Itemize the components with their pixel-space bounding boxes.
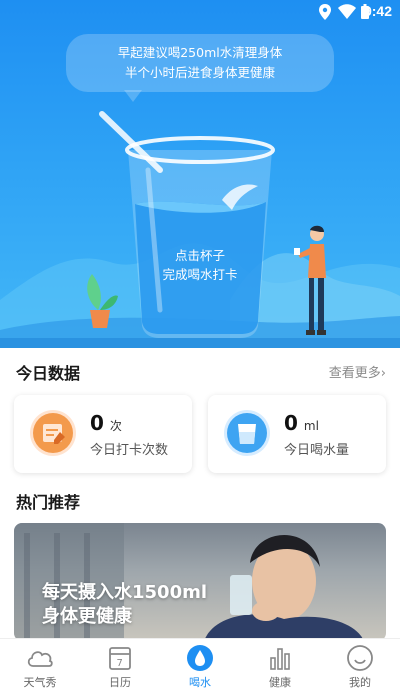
hot-recommend-title: 热门推荐: [16, 493, 81, 512]
checkin-count-value: 0次: [90, 411, 122, 435]
tab-weather[interactable]: 天气秀: [0, 639, 80, 690]
water-glass-icon: [224, 410, 270, 456]
calendar-icon: 7: [109, 647, 131, 670]
cup-text: 点击杯子 完成喝水打卡: [140, 246, 260, 284]
plant-illustration: [87, 274, 118, 328]
water-amount-value: 0 ml: [284, 411, 319, 435]
water-amount-label: 今日喝水量: [284, 443, 350, 458]
view-more-link[interactable]: 查看更多›: [329, 362, 386, 381]
tab-calendar[interactable]: 7 日历: [80, 639, 160, 690]
person-illustration: [294, 225, 326, 335]
hero-banner: 9:42 早起建议喝250ml水清理身体 半个小时后进食身体更健康 点击杯子 完…: [0, 0, 400, 348]
tab-health[interactable]: 健康: [240, 639, 320, 690]
tab-water[interactable]: 喝水: [160, 639, 240, 690]
today-data-title: 今日数据: [16, 364, 81, 383]
smile-icon: [347, 645, 373, 671]
banner-text: 每天摄入水1500ml 身体更健康: [42, 581, 207, 629]
water-amount-card[interactable]: 0 ml 今日喝水量: [208, 395, 386, 473]
cup-line-1: 点击杯子: [174, 248, 225, 263]
tab-mine[interactable]: 我的: [320, 639, 400, 690]
checkin-count-label: 今日打卡次数: [90, 443, 169, 458]
checkin-count-card[interactable]: 0次 今日打卡次数: [14, 395, 192, 473]
banner-line-1: 每天摄入水1500ml: [42, 582, 208, 603]
cup-line-2: 完成喝水打卡: [162, 267, 238, 282]
bottom-tab-bar: 天气秀 7 日历 喝水 健康 我的: [0, 638, 400, 690]
banner-line-2: 身体更健康: [42, 606, 132, 627]
recommend-banner[interactable]: 每天摄入水1500ml 身体更健康: [14, 523, 386, 641]
water-cup-button[interactable]: [0, 0, 400, 348]
bar-chart-icon: [270, 648, 290, 670]
checkin-icon: [30, 410, 76, 456]
water-drop-icon: [187, 645, 213, 671]
cloud-icon: [27, 651, 53, 667]
svg-text:7: 7: [117, 658, 123, 669]
